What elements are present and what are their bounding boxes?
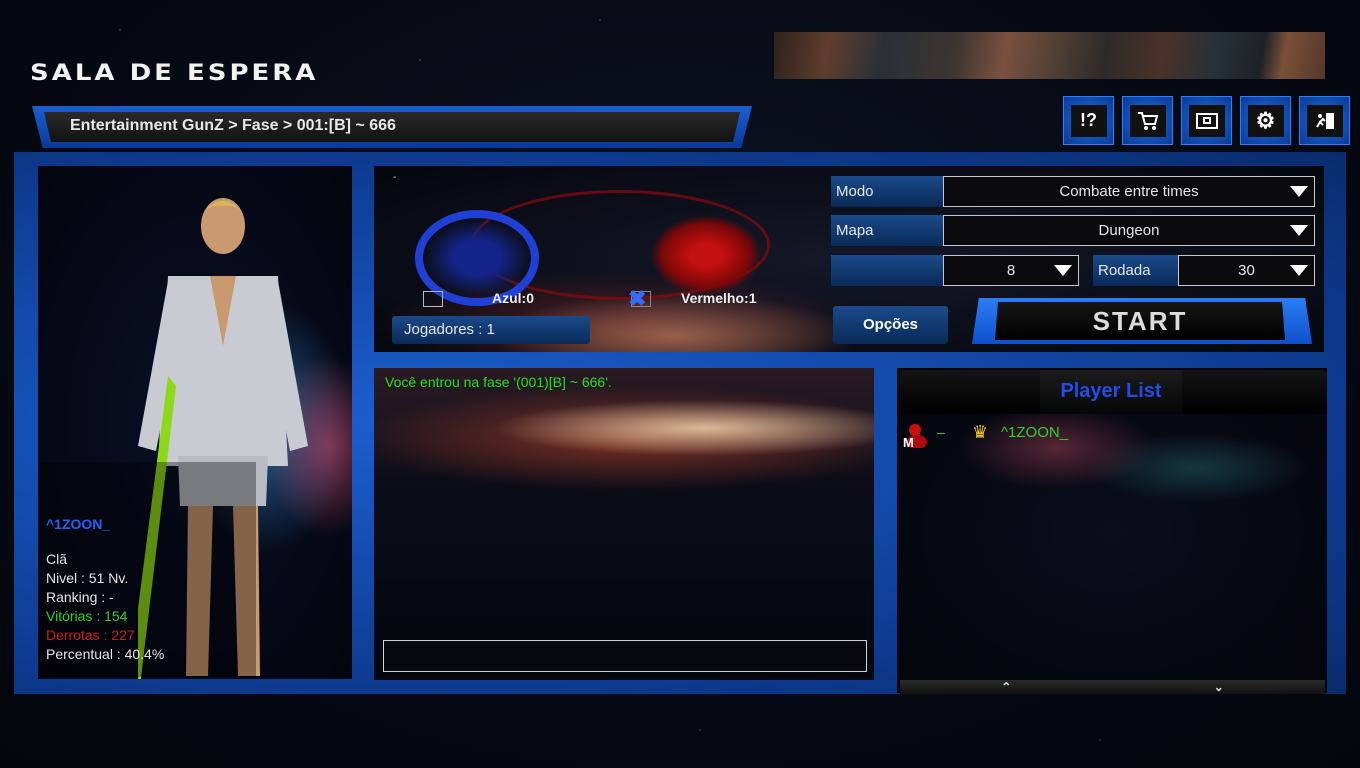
chevron-down-icon [1290, 186, 1308, 197]
character-level: Nivel : 51 Nv. [46, 570, 129, 586]
map-preview-banner [774, 32, 1325, 79]
chat-input[interactable] [383, 640, 867, 672]
help-button[interactable]: !? [1063, 96, 1114, 145]
settings-gear-icon: ⚙ [1247, 104, 1284, 137]
player-name: ^1ZOON_ [1001, 424, 1069, 441]
character-losses: Derrotas : 227 [46, 627, 135, 643]
blue-team-label: Azul:0 [492, 290, 534, 306]
map-select[interactable]: Dungeon [943, 215, 1315, 246]
player-list-item[interactable]: M – ♛ ^1ZOON_ [902, 422, 1322, 448]
start-button[interactable]: START [995, 302, 1285, 340]
chevron-down-icon [1290, 225, 1308, 236]
exit-button[interactable] [1299, 96, 1350, 145]
svg-text:M: M [903, 435, 914, 448]
room-dash: - [393, 172, 397, 183]
mode-label: Modo [831, 176, 943, 207]
page-title: SALA DE ESPERA [30, 60, 319, 86]
scroll-down-button[interactable]: ⌄ [1113, 680, 1326, 694]
chat-message: Você entrou na fase '(001)[B] ~ 666'. [385, 374, 612, 390]
player-list-scrollbar: ⌃ ⌄ [900, 680, 1325, 694]
character-clan: Clã [46, 551, 68, 567]
rounds-value: 30 [1238, 262, 1255, 279]
map-value: Dungeon [1098, 222, 1160, 239]
character-wins: Vitórias : 154 [46, 608, 128, 624]
mode-value: Combate entre times [1059, 183, 1199, 200]
map-label: Mapa [831, 215, 943, 246]
max-players-select[interactable]: 8 [943, 255, 1079, 286]
settings-button[interactable]: ⚙ [1240, 96, 1291, 145]
rounds-label: Rodada [1093, 255, 1179, 286]
max-players-label [831, 255, 943, 286]
options-button[interactable]: Opções [833, 306, 948, 344]
room-master-crown-icon: ♛ [972, 422, 989, 442]
top-toolbar: !? ⚙ [1063, 96, 1350, 145]
red-team-label: Vermelho:1 [681, 290, 757, 306]
rounds-select[interactable]: 30 [1178, 255, 1315, 286]
max-players-value: 8 [1006, 262, 1016, 279]
chevron-down-icon [1054, 265, 1072, 276]
character-win-percentage: Percentual : 40.4% [46, 646, 165, 662]
shop-cart-icon [1129, 104, 1166, 137]
scroll-up-button[interactable]: ⌃ [900, 680, 1113, 694]
blue-team-checkbox[interactable] [423, 291, 443, 307]
equipment-button[interactable] [1181, 96, 1232, 145]
player-level-icon: M [903, 424, 927, 448]
character-ranking: Ranking : - [46, 589, 114, 605]
chat-panel [374, 368, 874, 680]
shop-button[interactable] [1122, 96, 1173, 145]
player-list-title: Player List [1040, 370, 1182, 414]
players-count: Jogadores : 1 [392, 316, 590, 344]
breadcrumb: Entertainment GunZ > Fase > 001:[B] ~ 66… [70, 117, 396, 134]
character-name: ^1ZOON_ [46, 516, 111, 532]
player-list-panel [897, 368, 1327, 693]
exit-door-icon [1306, 104, 1343, 137]
chevron-down-icon [1290, 265, 1308, 276]
help-icon: !? [1070, 104, 1107, 137]
equipment-chest-icon [1188, 104, 1225, 137]
selected-team-check-icon: ✖ [628, 286, 647, 311]
red-team-emblem[interactable] [650, 215, 762, 295]
player-clan: – [937, 424, 945, 440]
mode-select[interactable]: Combate entre times [943, 176, 1315, 207]
